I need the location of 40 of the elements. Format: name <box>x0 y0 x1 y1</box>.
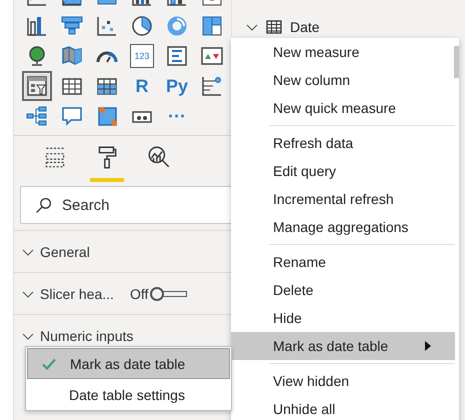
donut-chart-icon[interactable] <box>165 14 189 38</box>
menu-item[interactable]: Incremental refresh <box>231 185 455 213</box>
menu-item[interactable]: New quick measure <box>231 94 455 122</box>
pie-chart-icon[interactable] <box>130 14 154 38</box>
menu-item[interactable]: Mark as date table <box>231 332 455 360</box>
menu-item[interactable]: Refresh data <box>231 129 455 157</box>
search-icon <box>35 196 52 214</box>
key-influencers-icon[interactable] <box>200 74 224 98</box>
menu-item[interactable]: New column <box>231 66 455 94</box>
menu-item[interactable]: Mark as date table <box>27 348 230 379</box>
script-visual-icon[interactable]: R <box>130 74 154 98</box>
slicer-icon[interactable] <box>25 74 49 98</box>
menu-item[interactable]: View hidden <box>231 367 455 395</box>
number-card-icon[interactable]: 123 <box>130 44 154 68</box>
section-title[interactable]: Slicer hea... <box>40 286 114 302</box>
scatter-chart-icon[interactable] <box>95 14 119 38</box>
table-icon <box>266 19 282 35</box>
script-visual-icon[interactable]: Py <box>165 74 189 98</box>
menu-item[interactable]: New measure <box>231 38 455 66</box>
menu-item[interactable]: Date table settings <box>27 380 230 409</box>
search-field[interactable]: Search <box>60 196 204 214</box>
search-box[interactable]: Search <box>20 186 231 224</box>
submenu-arrow-icon <box>425 341 431 351</box>
section-title[interactable]: General <box>40 244 90 260</box>
treemap-icon[interactable] <box>200 14 224 38</box>
menu-item[interactable]: Rename <box>231 248 455 276</box>
scrollbar[interactable] <box>454 46 459 78</box>
menu-item[interactable]: Edit query <box>231 157 455 185</box>
more-visuals-button[interactable]: ··· <box>165 104 189 128</box>
table-name[interactable]: Date <box>290 19 320 35</box>
decomposition-tree-icon[interactable] <box>25 104 49 128</box>
menu-item[interactable]: Delete <box>231 276 455 304</box>
toggle-label: Off <box>130 286 148 302</box>
menu-item[interactable]: Unhide all <box>231 395 455 420</box>
section-title[interactable]: Numeric inputs <box>40 328 134 344</box>
menu-item[interactable]: Manage aggregations <box>231 213 455 241</box>
multi-row-card-icon[interactable] <box>165 44 189 68</box>
column-chart-icon[interactable] <box>25 14 49 38</box>
menu-item[interactable]: Hide <box>231 304 455 332</box>
analytics-icon <box>146 144 172 170</box>
